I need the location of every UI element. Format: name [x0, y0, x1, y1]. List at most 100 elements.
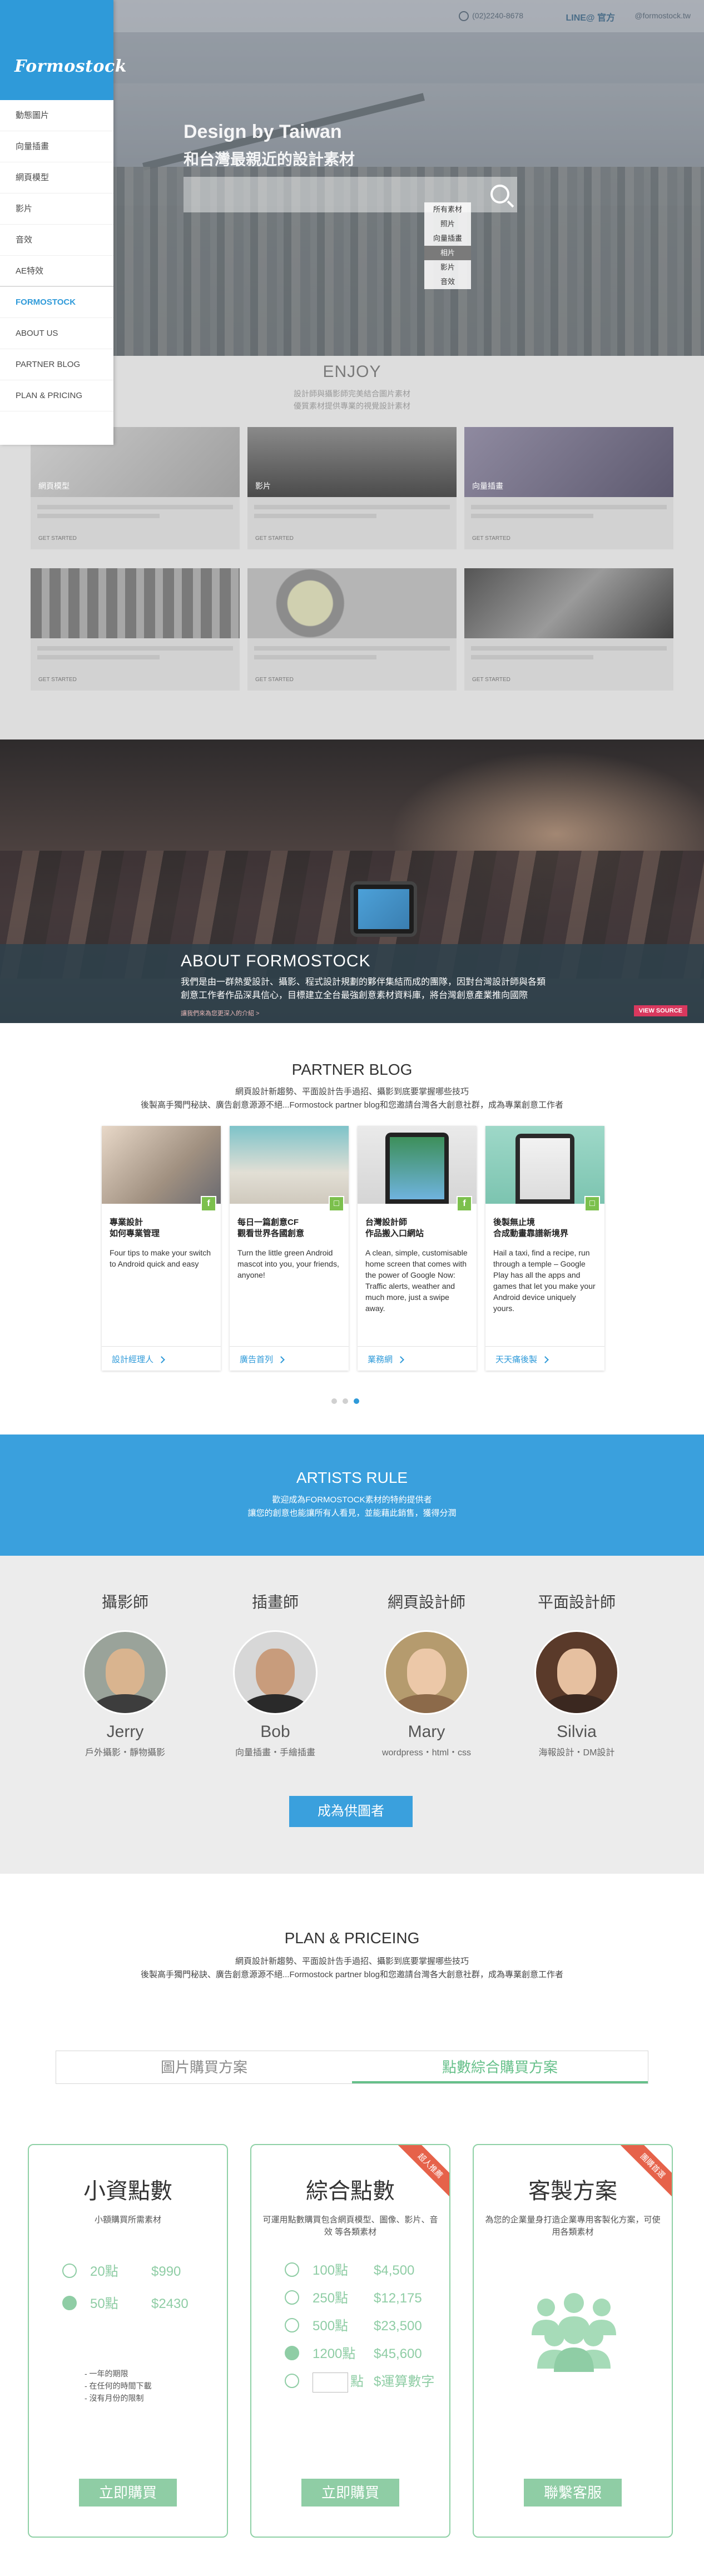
plan-option-custom[interactable]: 點 $運算數字: [285, 2372, 434, 2393]
menu-item-blog[interactable]: PARTNER BLOG: [0, 349, 113, 380]
category-card[interactable]: 影片 GET STARTED: [247, 427, 457, 549]
radio-button[interactable]: [285, 2373, 299, 2388]
menu-item-category[interactable]: 動態圖片: [0, 100, 113, 131]
artist-profile[interactable]: 插畫師 Bob 向量插畫・手繪插畫: [211, 1590, 339, 1758]
placeholder-line: [37, 514, 160, 518]
radio-button-checked[interactable]: [62, 2295, 77, 2310]
artist-profile[interactable]: 平面設計師 Silvia 海報設計・DM設計: [513, 1590, 641, 1758]
plan-option[interactable]: 1200點 $45,600: [285, 2344, 422, 2364]
menu-item-category[interactable]: 影片: [0, 193, 113, 225]
radio-button-checked[interactable]: [285, 2345, 299, 2360]
become-contributor-button[interactable]: 成為供圖者: [289, 1796, 413, 1827]
get-started-link[interactable]: GET STARTED: [38, 677, 77, 683]
placeholder-line: [254, 655, 376, 659]
category-option[interactable]: 向量插畫: [424, 231, 471, 246]
plan-option[interactable]: 20點 $990: [62, 2262, 181, 2282]
view-source-button[interactable]: VIEW SOURCE: [633, 1005, 687, 1016]
option-points: 100點: [313, 2263, 349, 2278]
avatar[interactable]: [233, 1630, 318, 1715]
artists-subtitle: 讓您的創意也能讓所有人看見，並能藉此銷售，獲得分潤: [247, 1508, 457, 1518]
placeholder-line: [471, 655, 593, 659]
radio-button[interactable]: [62, 2263, 77, 2278]
blog-card-author-link[interactable]: 天天痛後製: [485, 1346, 604, 1371]
placeholder-line: [37, 646, 233, 651]
category-card[interactable]: 網頁模型 GET STARTED: [31, 427, 240, 549]
category-option[interactable]: 影片: [424, 260, 471, 275]
avatar[interactable]: [534, 1630, 619, 1715]
category-card-image: 影片: [247, 427, 457, 497]
carousel-dot[interactable]: [331, 1398, 337, 1404]
blog-card-author-link[interactable]: 廣告首列: [230, 1346, 349, 1371]
artist-skills: 向量插畫・手繪插畫: [235, 1748, 315, 1758]
facebook-icon: f: [457, 1196, 472, 1212]
blog-card[interactable]: f 台灣設計師 作品搬入口網站 A clean, simple, customi…: [358, 1126, 477, 1371]
blog-card[interactable]: f 專業設計 如何專業管理 Four tips to make your swi…: [102, 1126, 221, 1371]
get-started-link[interactable]: GET STARTED: [472, 535, 510, 542]
blog-card-author: 設計經理人: [112, 1355, 154, 1364]
buy-now-button[interactable]: 立即購買: [301, 2479, 399, 2506]
page-icon: □: [329, 1196, 344, 1212]
custom-points-input[interactable]: [313, 2372, 348, 2393]
get-started-link[interactable]: GET STARTED: [255, 535, 294, 542]
avatar[interactable]: [83, 1630, 167, 1715]
artist-profile[interactable]: 攝影師 Jerry 戶外攝影・靜物攝影: [61, 1590, 189, 1758]
line-contact[interactable]: LINE@ 官方: [566, 10, 615, 23]
category-option[interactable]: 所有素材: [424, 202, 471, 217]
option-price: $990: [151, 2264, 181, 2279]
menu-item-about[interactable]: ABOUT US: [0, 318, 113, 349]
about-more-link[interactable]: 讓我們來為您更深入的介紹 >: [181, 1009, 259, 1018]
category-card[interactable]: GET STARTED: [464, 568, 673, 691]
artist-role: 攝影師: [101, 1594, 148, 1611]
partner-blog-section: PARTNER BLOG 網頁設計新趨勢、平面設計告手過招、攝影到底要掌握哪些技…: [0, 1023, 704, 1435]
carousel-dot-active[interactable]: [354, 1398, 359, 1404]
radio-button[interactable]: [285, 2262, 299, 2277]
tab-image-plan[interactable]: 圖片購買方案: [56, 2051, 352, 2083]
blog-card-author-link[interactable]: 設計經理人: [102, 1346, 221, 1371]
category-card[interactable]: 向量插畫 GET STARTED: [464, 427, 673, 549]
plan-option[interactable]: 250點 $12,175: [285, 2289, 422, 2309]
category-option[interactable]: 音效: [424, 275, 471, 289]
category-card[interactable]: GET STARTED: [31, 568, 240, 691]
artists-section: ARTISTS RULE 歡迎成為FORMOSTOCK素材的特約提供者 讓您的創…: [0, 1435, 704, 1874]
blog-card[interactable]: □ 每日一篇創意CF 觀看世界各國創意 Turn the little gree…: [230, 1126, 349, 1371]
plan-option[interactable]: 500點 $23,500: [285, 2316, 422, 2336]
plan-option[interactable]: 100點 $4,500: [285, 2261, 414, 2281]
blog-card-text: Turn the little green Android mascot int…: [237, 1248, 339, 1279]
brand-logo[interactable]: Formostock: [14, 57, 127, 76]
get-started-link[interactable]: GET STARTED: [472, 677, 510, 683]
category-card-image: 向量插畫: [464, 427, 673, 497]
plan-option[interactable]: 50點 $2430: [62, 2294, 189, 2314]
option-points: 50點: [90, 2296, 118, 2311]
menu-item-category[interactable]: 網頁模型: [0, 162, 113, 193]
category-option-selected[interactable]: 相片: [424, 246, 471, 260]
artist-skills: 海報設計・DM設計: [538, 1748, 615, 1758]
search-icon[interactable]: [490, 185, 509, 204]
menu-item-category[interactable]: AE特效: [0, 256, 113, 287]
carousel-dot[interactable]: [343, 1398, 348, 1404]
get-started-link[interactable]: GET STARTED: [38, 535, 77, 542]
chevron-right-icon: [158, 1356, 165, 1363]
line-id[interactable]: @formostock.tw: [634, 11, 691, 20]
radio-button[interactable]: [285, 2290, 299, 2305]
menu-item-pricing[interactable]: PLAN & PRICING: [0, 380, 113, 411]
menu-item-category[interactable]: 向量插畫: [0, 131, 113, 162]
plan-card-custom: 團購首選 客製方案 為您的企業量身打造企業專用客製化方案，可使用各類素材 聯繫客…: [473, 2144, 673, 2538]
avatar[interactable]: [384, 1630, 469, 1715]
logo-header[interactable]: Formostock: [0, 0, 127, 100]
blog-card[interactable]: □ 後製無止境 合成動畫靠譜新境界 Hail a taxi, find a re…: [485, 1126, 604, 1371]
option-price: $4,500: [374, 2263, 415, 2278]
menu-item-category[interactable]: 音效: [0, 225, 113, 256]
category-card[interactable]: GET STARTED: [247, 568, 457, 691]
radio-button[interactable]: [285, 2317, 299, 2332]
blog-card-author-link[interactable]: 業務網: [358, 1346, 477, 1371]
get-started-link[interactable]: GET STARTED: [255, 677, 294, 683]
category-dropdown[interactable]: 所有素材 照片 向量插畫 相片 影片 音效: [424, 202, 471, 289]
phone-contact[interactable]: (02)2240-8678: [459, 11, 523, 22]
category-card-image: [31, 568, 240, 638]
menu-item-formostock[interactable]: FORMOSTOCK: [0, 287, 113, 318]
contact-support-button[interactable]: 聯繫客服: [524, 2479, 622, 2506]
tab-points-plan[interactable]: 點數綜合購買方案: [352, 2051, 648, 2083]
artist-profile[interactable]: 網頁設計師 Mary wordpress・html・css: [363, 1590, 490, 1758]
category-option[interactable]: 照片: [424, 217, 471, 231]
buy-now-button[interactable]: 立即購買: [79, 2479, 177, 2506]
